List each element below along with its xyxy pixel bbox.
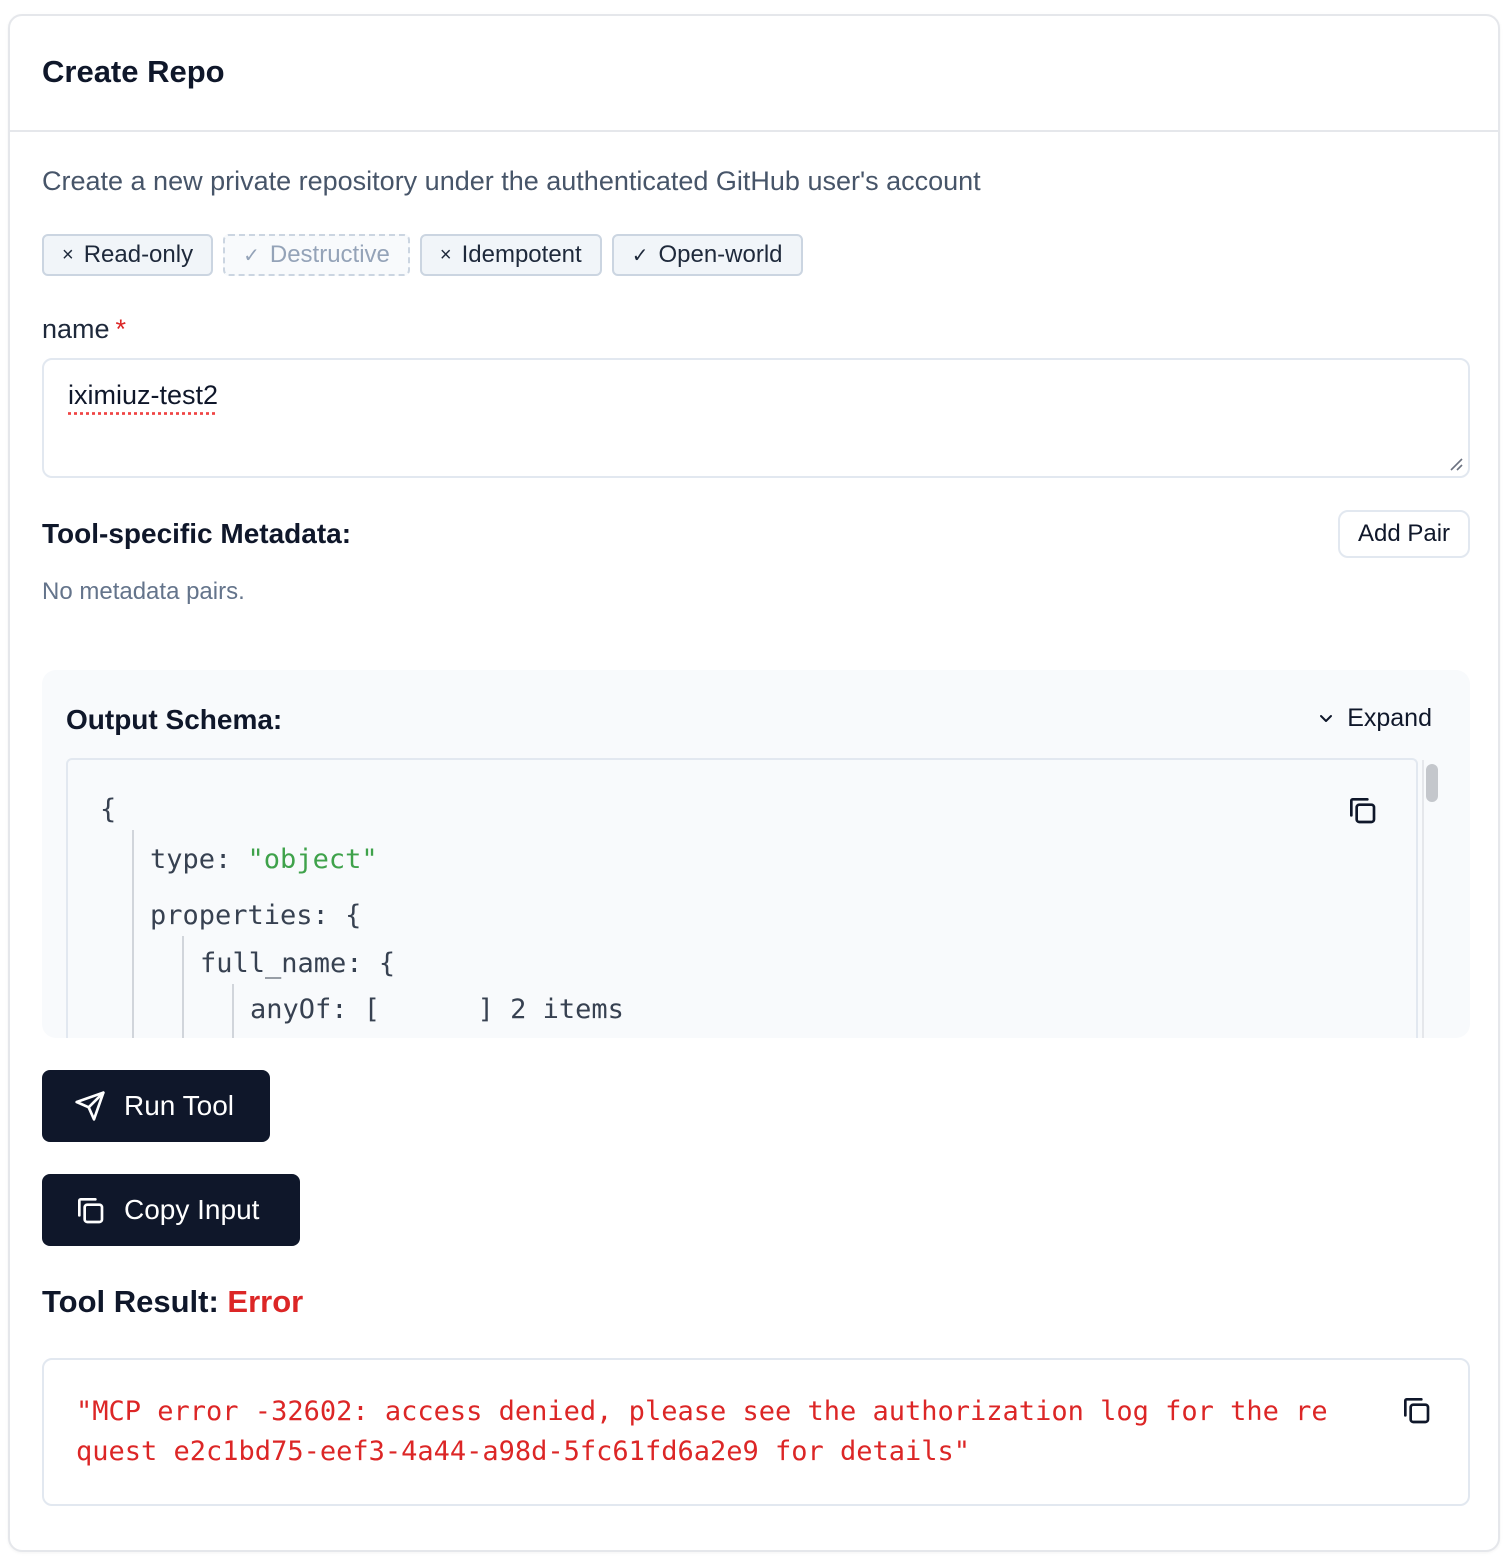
required-asterisk: * [115,314,127,344]
x-icon: × [62,243,74,266]
output-schema-title: Output Schema: [66,704,283,735]
badge-idempotent: × Idempotent [419,234,602,276]
error-line: quest e2c1bd75-eef3-4a44-a98d-5fc61fd6a2… [76,1436,971,1467]
tool-result-status: Error [227,1284,304,1319]
json-key: full_name: [200,948,363,979]
page-title: Create Repo [42,54,225,89]
metadata-empty-text: No metadata pairs. [42,578,245,605]
indent-guide [232,984,234,1038]
badge-label: Destructive [269,241,390,268]
name-field-label: name * [42,314,126,345]
expand-label: Expand [1347,704,1432,732]
json-string: "object" [247,844,378,875]
copy-input-button[interactable]: Copy Input [42,1174,300,1246]
json-line: anyOf: [ ] 2 items [250,994,624,1025]
copy-icon[interactable] [1346,794,1378,826]
json-line: type: "object" [150,844,378,875]
badge-label: Idempotent [461,241,582,268]
scrollbar-thumb[interactable] [1426,764,1438,802]
copy-icon [78,1198,104,1224]
name-input[interactable]: iximiuz-test2 [42,358,1470,478]
json-key: type: [150,844,232,875]
indent-guide [182,936,184,1038]
annotation-badges: × Read-only ✓ Destructive × Idempotent ✓… [42,234,803,276]
tool-description: Create a new private repository under th… [42,166,981,196]
json-line: properties: { [150,900,362,931]
copy-icon[interactable] [1400,1394,1432,1426]
badge-label: Open-world [658,241,783,268]
check-icon: ✓ [631,244,649,267]
tool-result-title: Tool Result: Error [42,1284,303,1320]
name-label-text: name [42,314,110,344]
badge-open-world: ✓ Open-world [611,234,803,276]
tool-result-label: Tool Result: [42,1284,219,1319]
send-icon [75,1091,105,1121]
error-message: "MCP error -32602: access denied, please… [76,1392,1376,1472]
badge-read-only: × Read-only [42,234,214,276]
schema-scrollbar[interactable] [1422,760,1438,1038]
badge-destructive: ✓ Destructive [223,234,410,276]
x-icon: × [439,243,452,266]
output-schema-panel: Output Schema: Expand { type: "object" p… [42,670,1470,1038]
tool-card: Create Repo Create a new private reposit… [8,14,1500,1552]
metadata-title: Tool-specific Metadata: [42,518,352,549]
json-key: properties: [150,900,329,931]
indent-guide [132,830,134,1038]
run-tool-button[interactable]: Run Tool [42,1070,270,1142]
check-icon: ✓ [243,244,260,267]
copy-input-label: Copy Input [124,1194,260,1225]
resize-grip-icon[interactable] [1448,456,1464,472]
add-pair-button[interactable]: Add Pair [1338,510,1470,558]
error-line: "MCP error -32602: access denied, please… [76,1396,1328,1427]
card-header: Create Repo [10,16,1498,132]
json-key[interactable]: anyOf: [ ] 2 items [250,994,624,1025]
expand-button[interactable]: Expand [1317,704,1432,733]
name-input-value[interactable]: iximiuz-test2 [68,380,218,411]
badge-label: Read-only [83,241,194,268]
json-line: { [100,794,117,825]
run-tool-label: Run Tool [124,1090,235,1121]
schema-code-view[interactable]: { type: "object" properties: { full_name… [66,758,1418,1038]
json-line: full_name: { [200,948,396,979]
tool-result-output: "MCP error -32602: access denied, please… [42,1358,1470,1506]
chevron-down-icon [1320,714,1333,722]
